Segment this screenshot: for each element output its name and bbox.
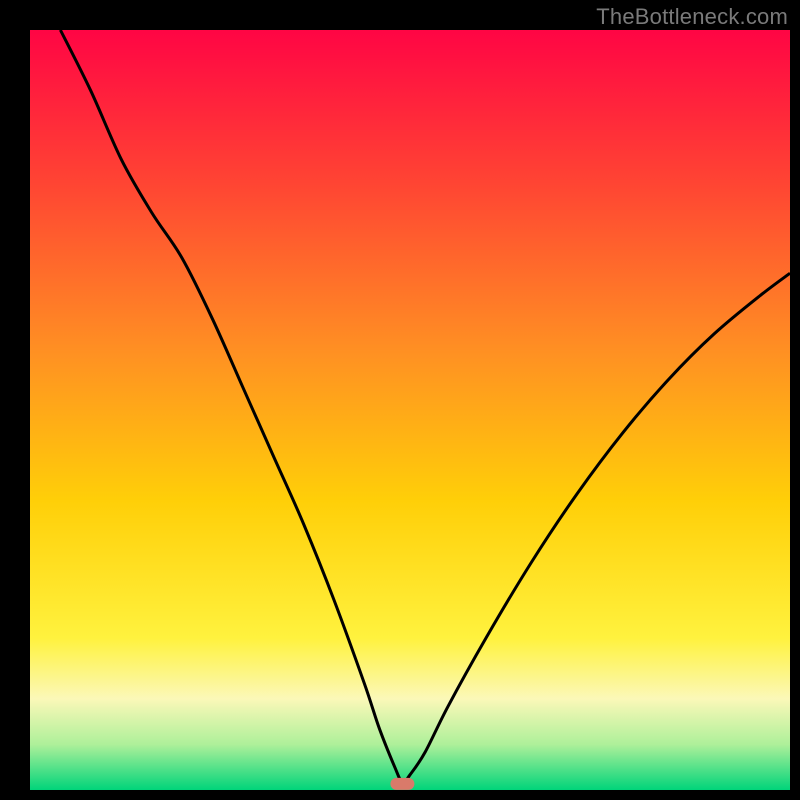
chart-container: TheBottleneck.com [0,0,800,800]
optimal-point-marker [390,778,414,790]
bottleneck-chart [0,0,800,800]
plot-area [30,30,790,790]
watermark-text: TheBottleneck.com [596,4,788,30]
